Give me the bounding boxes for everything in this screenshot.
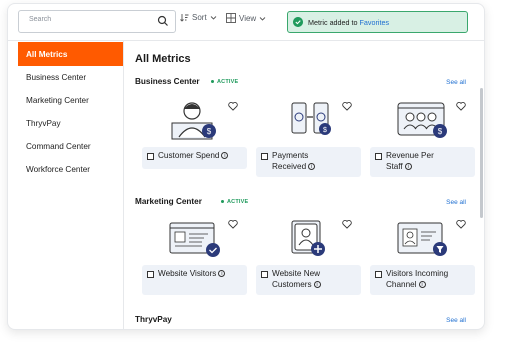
checkbox[interactable] — [261, 271, 268, 278]
metric-label: Website Visitors i — [158, 269, 226, 280]
sidebar-item-label: Business Center — [26, 72, 87, 82]
sidebar-item-label: Workforce Center — [26, 164, 91, 174]
metric-label: Revenue Per Staff i — [386, 151, 434, 171]
search-input[interactable]: Search — [18, 10, 176, 33]
sidebar: All Metrics Business Center Marketing Ce… — [8, 40, 124, 329]
see-all-link-business-center[interactable]: See all — [446, 79, 466, 86]
sidebar-item-label: ThryvPay — [26, 118, 61, 128]
metric-label: Customer Spend i — [158, 151, 229, 162]
sidebar-item-thryvpay[interactable]: ThryvPay — [18, 111, 123, 135]
sort-icon — [180, 14, 189, 22]
sort-button[interactable]: Sort — [180, 13, 217, 22]
chevron-down-icon — [259, 16, 266, 21]
page-title: All Metrics — [135, 53, 191, 65]
svg-text:$: $ — [438, 127, 443, 136]
svg-text:$: $ — [207, 127, 212, 136]
status-dot — [211, 80, 214, 84]
checkbox[interactable] — [375, 153, 382, 160]
toolbar: Search Sort View Metric added to Favorit… — [8, 4, 484, 41]
sidebar-item-label: Command Center — [26, 141, 91, 151]
status-badge: ACTIVE — [221, 199, 248, 205]
view-label: View — [239, 13, 257, 23]
success-toast: Metric added to Favorites — [287, 11, 468, 33]
view-button[interactable]: View — [226, 13, 266, 23]
checkbox[interactable] — [261, 153, 268, 160]
info-icon[interactable]: i — [313, 280, 321, 288]
info-icon[interactable]: i — [308, 162, 316, 170]
metric-label: Visitors Incoming Channel i — [386, 269, 449, 289]
section-title-marketing-center: Marketing Center — [135, 197, 202, 206]
heart-icon[interactable] — [226, 99, 240, 113]
sidebar-item-workforce-center[interactable]: Workforce Center — [18, 157, 123, 181]
sidebar-item-business-center[interactable]: Business Center — [18, 65, 123, 89]
main-content: All Metrics Business Center ACTIVE See a… — [124, 40, 484, 329]
metric-label: Payments Received i — [272, 151, 316, 172]
see-all-link-thryvpay[interactable]: See all — [446, 317, 466, 324]
svg-text:$: $ — [323, 127, 327, 134]
sidebar-item-label: All Metrics — [26, 49, 68, 59]
sidebar-item-label: Marketing Center — [26, 95, 89, 105]
metric-label: Website New Customers i — [272, 269, 321, 289]
metric-label-box: Revenue Per Staff i — [370, 147, 475, 177]
scrollbar[interactable] — [480, 88, 483, 218]
heart-icon[interactable] — [454, 217, 468, 231]
metric-label-box: Customer Spend i — [142, 147, 247, 169]
checkbox[interactable] — [147, 271, 154, 278]
grid-view-icon — [226, 13, 236, 23]
metric-label-box: Website New Customers i — [256, 265, 361, 295]
status-badge: ACTIVE — [211, 79, 238, 85]
search-icon[interactable] — [157, 15, 169, 27]
heart-icon[interactable] — [340, 99, 354, 113]
metric-label-box: Payments Received i — [256, 147, 361, 177]
metric-label-box: Visitors Incoming Channel i — [370, 265, 475, 295]
section-title-thryvpay: ThryvPay — [135, 315, 172, 324]
section-title-business-center: Business Center — [135, 77, 200, 86]
sidebar-item-all-metrics[interactable]: All Metrics — [18, 42, 123, 66]
sidebar-item-marketing-center[interactable]: Marketing Center — [18, 88, 123, 112]
info-icon[interactable]: i — [221, 152, 229, 160]
checkbox[interactable] — [147, 153, 154, 160]
sort-label: Sort — [192, 13, 207, 22]
chevron-down-icon — [210, 16, 216, 20]
info-icon[interactable]: i — [418, 280, 426, 288]
metrics-panel: Search Sort View Metric added to Favorit… — [7, 3, 485, 330]
check-circle-icon — [293, 17, 303, 27]
see-all-link-marketing-center[interactable]: See all — [446, 199, 466, 206]
heart-icon[interactable] — [226, 217, 240, 231]
search-placeholder: Search — [29, 16, 52, 23]
heart-icon[interactable] — [340, 217, 354, 231]
sidebar-item-command-center[interactable]: Command Center — [18, 134, 123, 158]
info-icon[interactable]: i — [218, 270, 226, 278]
checkbox[interactable] — [375, 271, 382, 278]
heart-icon[interactable] — [454, 99, 468, 113]
toast-message: Metric added to Favorites — [308, 18, 390, 27]
metric-label-box: Website Visitors i — [142, 265, 247, 295]
favorites-link[interactable]: Favorites — [360, 18, 390, 27]
info-icon[interactable]: i — [404, 162, 412, 170]
status-dot — [221, 200, 224, 204]
